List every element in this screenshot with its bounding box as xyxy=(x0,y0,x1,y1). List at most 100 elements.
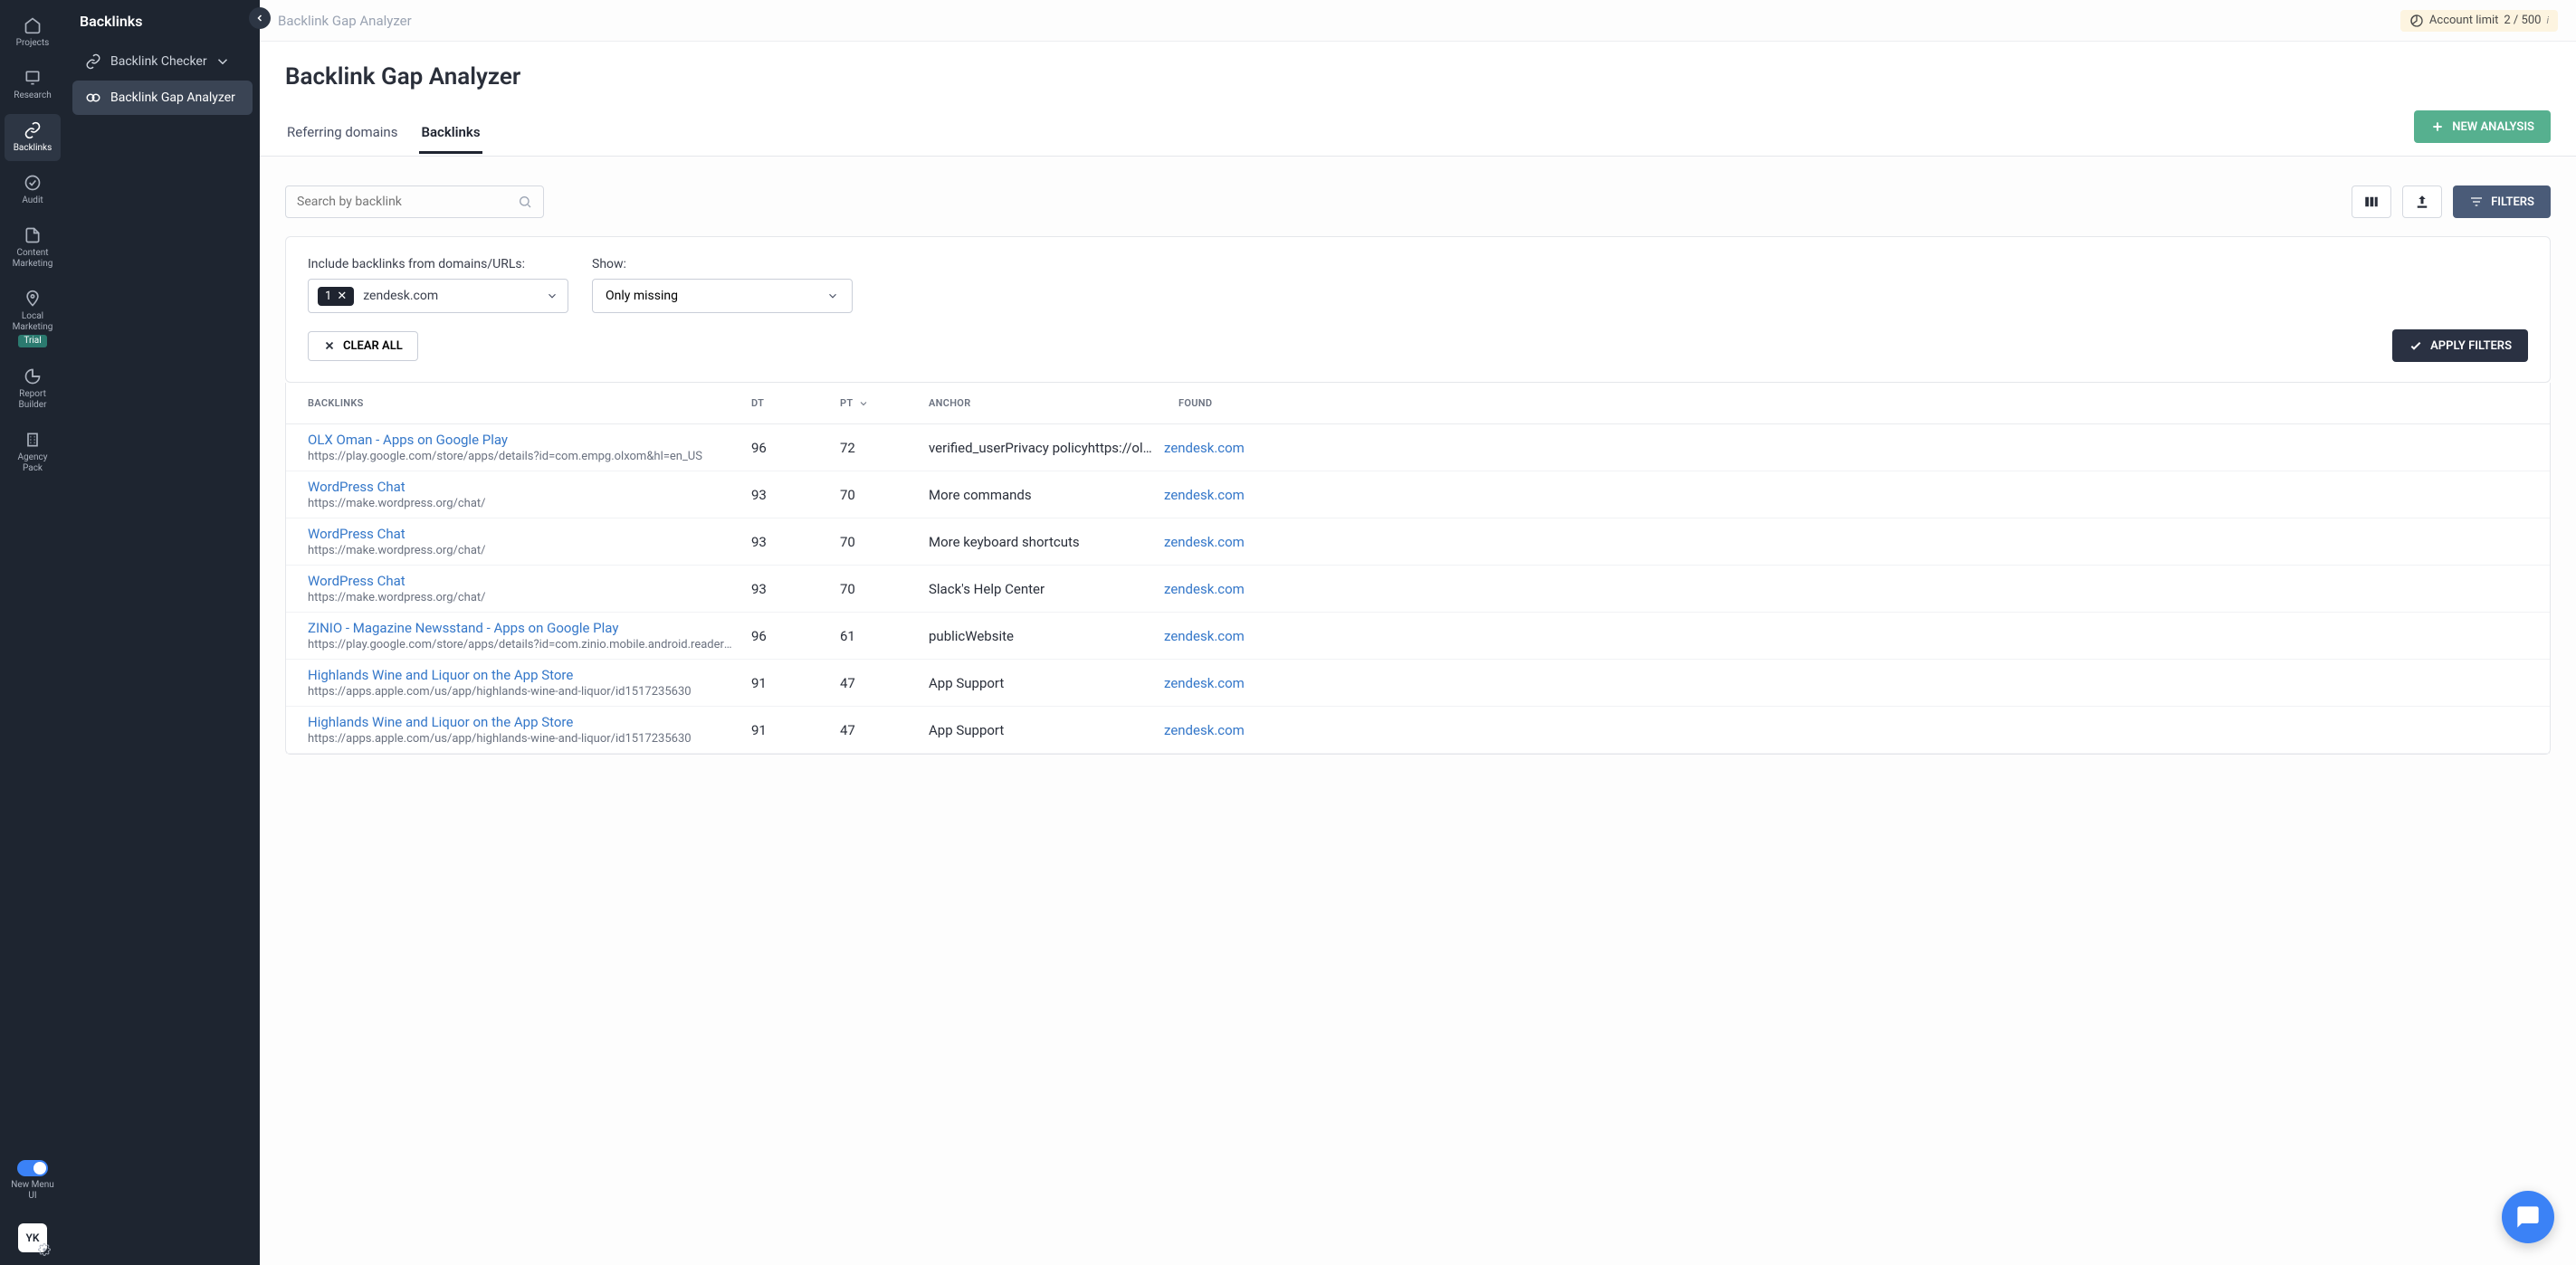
found-link[interactable]: zendesk.com xyxy=(1164,628,1245,644)
cell-pt: 70 xyxy=(840,487,929,503)
account-limit-badge[interactable]: Account limit 2 / 500 i xyxy=(2400,10,2558,32)
cell-found: zendesk.com xyxy=(1164,674,2528,691)
toggle-icon xyxy=(17,1160,48,1176)
backlink-url: https://play.google.com/store/apps/detai… xyxy=(308,638,733,652)
toolbar: FILTERS xyxy=(285,185,2551,218)
tabs: Referring domains Backlinks NEW ANALYSIS xyxy=(285,110,2551,156)
header-found[interactable]: FOUND xyxy=(1178,397,2528,409)
tab-referring-domains[interactable]: Referring domains xyxy=(285,113,399,154)
found-link[interactable]: zendesk.com xyxy=(1164,440,1245,456)
backlink-url: https://play.google.com/store/apps/detai… xyxy=(308,450,733,463)
menu-toggle[interactable]: New Menu UI xyxy=(5,1153,61,1209)
backlink-title[interactable]: WordPress Chat xyxy=(308,526,751,542)
account-limit-value: 2 / 500 xyxy=(2504,14,2541,27)
rail-label: Agency Pack xyxy=(8,452,57,474)
sidebar-item-backlink-gap[interactable]: Backlink Gap Analyzer xyxy=(72,81,253,115)
cell-found: zendesk.com xyxy=(1164,627,2528,644)
columns-button[interactable] xyxy=(2352,185,2391,218)
sidebar-item-backlink-checker[interactable]: Backlink Checker xyxy=(72,44,253,79)
backlink-title[interactable]: WordPress Chat xyxy=(308,479,751,495)
header-dt[interactable]: DT xyxy=(751,397,840,409)
rail-backlinks[interactable]: Backlinks xyxy=(5,114,61,161)
header-pt[interactable]: PT xyxy=(840,397,929,409)
select-value: Only missing xyxy=(606,289,678,303)
research-icon xyxy=(24,69,42,87)
filter-panel: Include backlinks from domains/URLs: 1 ✕… xyxy=(285,236,2551,383)
backlink-title[interactable]: OLX Oman - Apps on Google Play xyxy=(308,432,751,448)
cell-dt: 93 xyxy=(751,534,840,550)
header: Backlink Gap Analyzer Referring domains … xyxy=(260,42,2576,157)
rail-label: Research xyxy=(14,90,51,101)
found-link[interactable]: zendesk.com xyxy=(1164,534,1245,550)
rail-research[interactable]: Research xyxy=(5,62,61,109)
backlink-url: https://make.wordpress.org/chat/ xyxy=(308,497,733,510)
search-input[interactable] xyxy=(285,185,544,218)
cell-found: zendesk.com xyxy=(1164,721,2528,738)
found-link[interactable]: zendesk.com xyxy=(1164,675,1245,691)
rail-local-marketing[interactable]: Local Marketing Trial xyxy=(5,282,61,355)
link-icon xyxy=(85,53,101,70)
chevron-down-icon xyxy=(826,290,839,302)
cell-pt: 61 xyxy=(840,628,929,644)
table-row: Highlands Wine and Liquor on the App Sto… xyxy=(286,660,2550,707)
backlink-url: https://apps.apple.com/us/app/highlands-… xyxy=(308,685,733,699)
main: Backlink Gap Analyzer Account limit 2 / … xyxy=(260,0,2576,1265)
rail-agency-pack[interactable]: Agency Pack xyxy=(5,423,61,481)
cell-backlink: WordPress Chat https://make.wordpress.or… xyxy=(308,479,751,510)
rail-label: Content Marketing xyxy=(8,248,57,270)
backlink-title[interactable]: WordPress Chat xyxy=(308,573,751,589)
trial-badge: Trial xyxy=(18,335,46,347)
collapse-sidebar-button[interactable] xyxy=(249,7,271,29)
cell-backlink: Highlands Wine and Liquor on the App Sto… xyxy=(308,714,751,746)
filter-label: Include backlinks from domains/URLs: xyxy=(308,257,568,271)
nav-label: Backlink Checker xyxy=(110,54,207,69)
tab-backlinks[interactable]: Backlinks xyxy=(419,113,482,154)
clear-all-button[interactable]: CLEAR ALL xyxy=(308,331,418,361)
new-analysis-button[interactable]: NEW ANALYSIS xyxy=(2414,110,2551,143)
account-limit-label: Account limit xyxy=(2429,14,2498,27)
show-select[interactable]: Only missing xyxy=(592,279,853,313)
rail-report-builder[interactable]: Report Builder xyxy=(5,360,61,418)
rail-content-marketing[interactable]: Content Marketing xyxy=(5,219,61,277)
found-link[interactable]: zendesk.com xyxy=(1164,581,1245,597)
header-anchor[interactable]: ANCHOR xyxy=(929,397,1178,409)
backlink-url: https://make.wordpress.org/chat/ xyxy=(308,544,733,557)
columns-icon xyxy=(2363,194,2380,210)
sidebar: Backlinks Backlink Checker Backlink Gap … xyxy=(65,0,260,1265)
chevron-left-icon xyxy=(254,13,265,24)
chevron-down-icon xyxy=(215,53,231,70)
button-label: CLEAR ALL xyxy=(343,339,403,353)
cell-dt: 96 xyxy=(751,440,840,456)
backlink-title[interactable]: ZINIO - Magazine Newsstand - Apps on Goo… xyxy=(308,620,751,636)
found-link[interactable]: zendesk.com xyxy=(1164,722,1245,738)
rail-projects[interactable]: Projects xyxy=(5,9,61,56)
header-backlinks[interactable]: BACKLINKS xyxy=(308,397,751,409)
cell-dt: 91 xyxy=(751,722,840,738)
found-link[interactable]: zendesk.com xyxy=(1164,487,1245,503)
close-icon[interactable]: ✕ xyxy=(337,290,347,303)
filters-button[interactable]: FILTERS xyxy=(2453,185,2551,218)
apply-filters-button[interactable]: APPLY FILTERS xyxy=(2392,329,2528,362)
filter-label: Show: xyxy=(592,257,853,271)
avatar-initials: YK xyxy=(26,1232,40,1244)
avatar[interactable]: YK xyxy=(18,1223,47,1252)
chat-widget[interactable] xyxy=(2502,1191,2554,1243)
cell-anchor: publicWebsite xyxy=(929,628,1164,644)
search-field[interactable] xyxy=(297,195,518,209)
rail-audit[interactable]: Audit xyxy=(5,166,61,214)
backlink-title[interactable]: Highlands Wine and Liquor on the App Sto… xyxy=(308,667,751,683)
breadcrumb: Backlink Gap Analyzer xyxy=(278,13,412,29)
cell-pt: 47 xyxy=(840,675,929,691)
export-button[interactable] xyxy=(2402,185,2442,218)
cell-anchor: App Support xyxy=(929,675,1164,691)
rail-label: Audit xyxy=(22,195,43,206)
chip-count: 1 xyxy=(325,290,331,303)
search-icon xyxy=(518,195,532,209)
backlink-title[interactable]: Highlands Wine and Liquor on the App Sto… xyxy=(308,714,751,730)
include-select[interactable]: 1 ✕ zendesk.com xyxy=(308,279,568,313)
nav-rail: Projects Research Backlinks Audit Conten… xyxy=(0,0,65,1265)
header-pt-label: PT xyxy=(840,397,853,409)
page-title: Backlink Gap Analyzer xyxy=(285,63,2551,90)
table-row: WordPress Chat https://make.wordpress.or… xyxy=(286,566,2550,613)
cell-pt: 70 xyxy=(840,534,929,550)
